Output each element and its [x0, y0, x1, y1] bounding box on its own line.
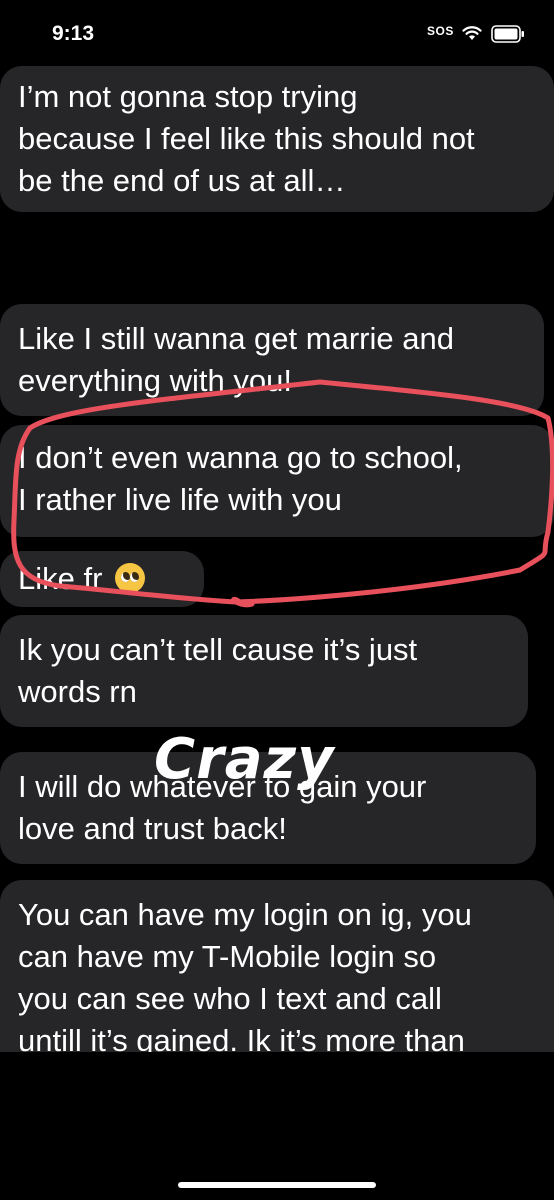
- story-caption: Crazy: [154, 727, 335, 792]
- message-line: you can see who I text and call: [18, 981, 442, 1016]
- message-line: Like I still wanna get marrie and: [18, 321, 454, 356]
- message-line: I don’t even wanna go to school,: [18, 440, 463, 475]
- message-line: can have my T-Mobile login so: [18, 939, 437, 974]
- message-line: words rn: [18, 674, 137, 709]
- message-line: Like fr: [18, 558, 186, 600]
- message-line: be the end of us at all…: [18, 163, 346, 198]
- home-indicator[interactable]: [178, 1182, 376, 1188]
- message-bubble[interactable]: I’m not gonna stop trying because I feel…: [0, 66, 554, 212]
- message-line: You can have my login on ig, you: [18, 897, 472, 932]
- message-thread[interactable]: I’m not gonna stop trying because I feel…: [0, 0, 554, 1052]
- message-bubble[interactable]: Like I still wanna get marrie and everyt…: [0, 304, 544, 416]
- pleading-face-icon: [115, 563, 146, 593]
- message-line: everything with you!: [18, 363, 292, 398]
- message-bubble[interactable]: Like fr: [0, 551, 204, 607]
- message-line: love and trust back!: [18, 811, 287, 846]
- message-line: untill it’s gained. Ik it’s more than: [18, 1023, 465, 1052]
- message-bubble[interactable]: Ik you can’t tell cause it’s just words …: [0, 615, 528, 727]
- message-line: Ik you can’t tell cause it’s just: [18, 632, 418, 667]
- message-line: I’m not gonna stop trying: [18, 79, 358, 114]
- message-bubble[interactable]: You can have my login on ig, you can hav…: [0, 880, 554, 1052]
- message-text: Like fr: [18, 561, 103, 596]
- message-bubble[interactable]: I don’t even wanna go to school, I rathe…: [0, 425, 554, 537]
- message-line: because I feel like this should not: [18, 121, 475, 156]
- message-line: I rather live life with you: [18, 482, 342, 517]
